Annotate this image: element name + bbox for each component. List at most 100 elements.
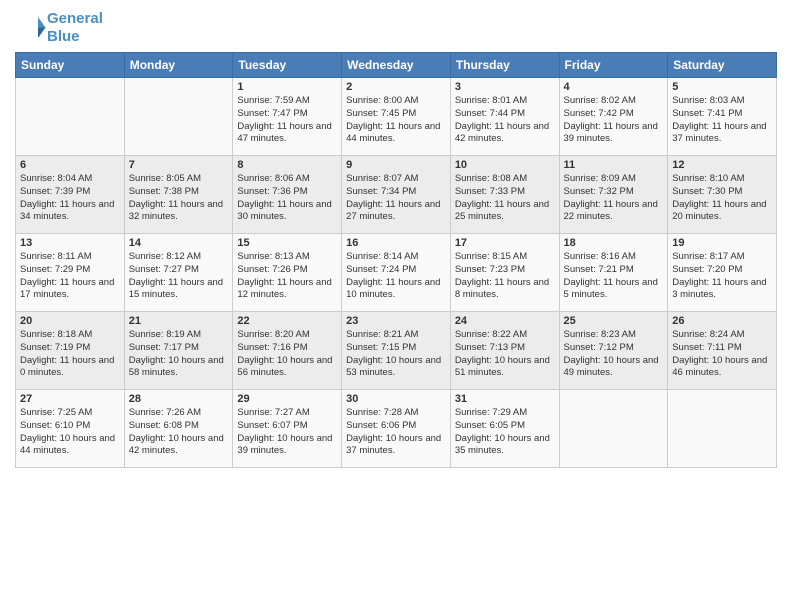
cell-content: Sunrise: 8:17 AM Sunset: 7:20 PM Dayligh… [672,251,772,302]
calendar-cell: 6Sunrise: 8:04 AM Sunset: 7:39 PM Daylig… [16,156,125,234]
header-day-thursday: Thursday [450,53,559,78]
main-container: General Blue SundayMondayTuesdayWednesda… [0,0,792,478]
calendar-cell: 22 Sunrise: 8:20 AM Sunset: 7:16 PM Dayli… [233,312,342,390]
day-number: 21 [129,315,229,327]
page-header: General Blue [15,10,777,46]
calendar-table: SundayMondayTuesdayWednesdayThursdayFrid… [15,52,777,468]
day-number: 16 [346,237,446,249]
day-number: 23 [346,315,446,327]
cell-content: Sunrise: 8:10 AM Sunset: 7:30 PM Dayligh… [672,173,772,224]
header-day-saturday: Saturday [668,53,777,78]
calendar-cell: 27Sunrise: 7:25 AM Sunset: 6:10 PM Dayli… [16,390,125,468]
calendar-cell: 12Sunrise: 8:10 AM Sunset: 7:30 PM Dayli… [668,156,777,234]
day-number: 28 [129,393,229,405]
calendar-cell: 19 Sunrise: 8:17 AM Sunset: 7:20 PM Dayli… [668,234,777,312]
calendar-week-4: 20 Sunrise: 8:18 AM Sunset: 7:19 PM Dayli… [16,312,777,390]
calendar-header: SundayMondayTuesdayWednesdayThursdayFrid… [16,53,777,78]
calendar-cell: 5Sunrise: 8:03 AM Sunset: 7:41 PM Daylig… [668,78,777,156]
day-number: 13 [20,237,120,249]
calendar-cell: 8 Sunrise: 8:06 AM Sunset: 7:36 PM Daylig… [233,156,342,234]
calendar-cell: 10Sunrise: 8:08 AM Sunset: 7:33 PM Dayli… [450,156,559,234]
cell-content: Sunrise: 7:27 AM Sunset: 6:07 PM Dayligh… [237,407,337,458]
day-number: 20 [20,315,120,327]
cell-content: Sunrise: 7:26 AM Sunset: 6:08 PM Dayligh… [129,407,229,458]
cell-content: Sunrise: 8:18 AM Sunset: 7:19 PM Dayligh… [20,329,120,380]
calendar-cell: 7 Sunrise: 8:05 AM Sunset: 7:38 PM Daylig… [124,156,233,234]
day-number: 11 [564,159,664,171]
calendar-cell: 31 Sunrise: 7:29 AM Sunset: 6:05 PM Dayli… [450,390,559,468]
cell-content: Sunrise: 8:15 AM Sunset: 7:23 PM Dayligh… [455,251,555,302]
cell-content: Sunrise: 7:28 AM Sunset: 6:06 PM Dayligh… [346,407,446,458]
day-number: 22 [237,315,337,327]
cell-content: Sunrise: 8:07 AM Sunset: 7:34 PM Dayligh… [346,173,446,224]
logo-text: General Blue [47,10,103,46]
calendar-cell: 3Sunrise: 8:01 AM Sunset: 7:44 PM Daylig… [450,78,559,156]
calendar-cell: 4 Sunrise: 8:02 AM Sunset: 7:42 PM Daylig… [559,78,668,156]
calendar-cell: 25 Sunrise: 8:23 AM Sunset: 7:12 PM Dayli… [559,312,668,390]
calendar-cell [559,390,668,468]
calendar-cell: 15 Sunrise: 8:13 AM Sunset: 7:26 PM Dayli… [233,234,342,312]
header-day-friday: Friday [559,53,668,78]
header-day-wednesday: Wednesday [342,53,451,78]
day-number: 25 [564,315,664,327]
cell-content: Sunrise: 8:19 AM Sunset: 7:17 PM Dayligh… [129,329,229,380]
header-day-tuesday: Tuesday [233,53,342,78]
day-number: 6 [20,159,120,171]
calendar-cell [124,78,233,156]
calendar-cell: 28 Sunrise: 7:26 AM Sunset: 6:08 PM Dayli… [124,390,233,468]
day-number: 24 [455,315,555,327]
day-number: 2 [346,81,446,93]
calendar-cell: 23 Sunrise: 8:21 AM Sunset: 7:15 PM Dayli… [342,312,451,390]
day-number: 30 [346,393,446,405]
cell-content: Sunrise: 8:01 AM Sunset: 7:44 PM Dayligh… [455,95,555,146]
day-number: 14 [129,237,229,249]
calendar-cell: 17 Sunrise: 8:15 AM Sunset: 7:23 PM Dayli… [450,234,559,312]
cell-content: Sunrise: 8:13 AM Sunset: 7:26 PM Dayligh… [237,251,337,302]
cell-content: Sunrise: 7:25 AM Sunset: 6:10 PM Dayligh… [20,407,120,458]
calendar-cell: 20 Sunrise: 8:18 AM Sunset: 7:19 PM Dayli… [16,312,125,390]
cell-content: Sunrise: 8:16 AM Sunset: 7:21 PM Dayligh… [564,251,664,302]
header-day-monday: Monday [124,53,233,78]
calendar-cell: 1Sunrise: 7:59 AM Sunset: 7:47 PM Daylig… [233,78,342,156]
day-number: 18 [564,237,664,249]
cell-content: Sunrise: 8:14 AM Sunset: 7:24 PM Dayligh… [346,251,446,302]
cell-content: Sunrise: 7:59 AM Sunset: 7:47 PM Dayligh… [237,95,337,146]
day-number: 17 [455,237,555,249]
cell-content: Sunrise: 8:02 AM Sunset: 7:42 PM Dayligh… [564,95,664,146]
day-number: 10 [455,159,555,171]
cell-content: Sunrise: 8:21 AM Sunset: 7:15 PM Dayligh… [346,329,446,380]
calendar-cell: 11 Sunrise: 8:09 AM Sunset: 7:32 PM Dayli… [559,156,668,234]
calendar-cell: 29 Sunrise: 7:27 AM Sunset: 6:07 PM Dayli… [233,390,342,468]
day-number: 31 [455,393,555,405]
day-number: 8 [237,159,337,171]
day-number: 15 [237,237,337,249]
calendar-cell: 24Sunrise: 8:22 AM Sunset: 7:13 PM Dayli… [450,312,559,390]
calendar-week-2: 6Sunrise: 8:04 AM Sunset: 7:39 PM Daylig… [16,156,777,234]
cell-content: Sunrise: 8:20 AM Sunset: 7:16 PM Dayligh… [237,329,337,380]
cell-content: Sunrise: 8:05 AM Sunset: 7:38 PM Dayligh… [129,173,229,224]
day-number: 29 [237,393,337,405]
logo-icon [17,11,47,41]
calendar-week-1: 1Sunrise: 7:59 AM Sunset: 7:47 PM Daylig… [16,78,777,156]
cell-content: Sunrise: 8:23 AM Sunset: 7:12 PM Dayligh… [564,329,664,380]
cell-content: Sunrise: 8:11 AM Sunset: 7:29 PM Dayligh… [20,251,120,302]
cell-content: Sunrise: 8:12 AM Sunset: 7:27 PM Dayligh… [129,251,229,302]
cell-content: Sunrise: 8:06 AM Sunset: 7:36 PM Dayligh… [237,173,337,224]
calendar-cell: 26 Sunrise: 8:24 AM Sunset: 7:11 PM Dayli… [668,312,777,390]
cell-content: Sunrise: 8:09 AM Sunset: 7:32 PM Dayligh… [564,173,664,224]
day-number: 7 [129,159,229,171]
day-number: 19 [672,237,772,249]
day-number: 5 [672,81,772,93]
calendar-week-5: 27Sunrise: 7:25 AM Sunset: 6:10 PM Dayli… [16,390,777,468]
cell-content: Sunrise: 8:24 AM Sunset: 7:11 PM Dayligh… [672,329,772,380]
calendar-cell: 2 Sunrise: 8:00 AM Sunset: 7:45 PM Daylig… [342,78,451,156]
day-number: 26 [672,315,772,327]
calendar-cell: 18 Sunrise: 8:16 AM Sunset: 7:21 PM Dayli… [559,234,668,312]
calendar-cell [16,78,125,156]
header-day-sunday: Sunday [16,53,125,78]
day-number: 4 [564,81,664,93]
cell-content: Sunrise: 7:29 AM Sunset: 6:05 PM Dayligh… [455,407,555,458]
calendar-cell: 14 Sunrise: 8:12 AM Sunset: 7:27 PM Dayli… [124,234,233,312]
cell-content: Sunrise: 8:00 AM Sunset: 7:45 PM Dayligh… [346,95,446,146]
calendar-cell: 30 Sunrise: 7:28 AM Sunset: 6:06 PM Dayli… [342,390,451,468]
